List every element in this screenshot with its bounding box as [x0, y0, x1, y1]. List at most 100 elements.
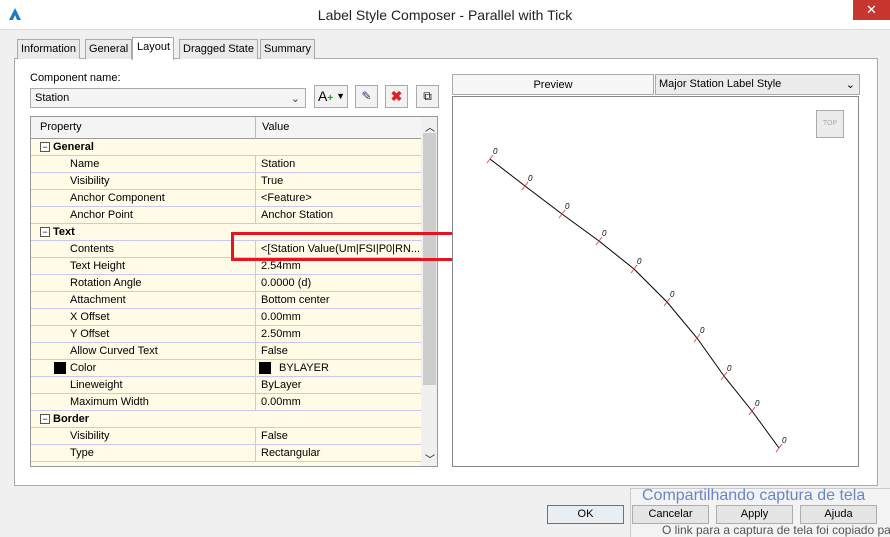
- scroll-down-icon[interactable]: ﹀: [425, 451, 435, 466]
- property-row[interactable]: Y Offset 2.50mm: [31, 326, 421, 343]
- collapse-icon[interactable]: −: [40, 142, 50, 152]
- copy-component-button[interactable]: ✎: [355, 85, 378, 108]
- property-row[interactable]: X Offset 0.00mm: [31, 309, 421, 326]
- chevron-down-icon: ⌄: [845, 79, 855, 91]
- add-text-component-button[interactable]: A+ ▼: [314, 85, 348, 108]
- toast-message: O link para a captura de tela foi copiad…: [662, 523, 890, 537]
- collapse-icon[interactable]: −: [40, 414, 50, 424]
- station-label: 0: [565, 202, 570, 211]
- property-row[interactable]: Visibility False: [31, 428, 421, 445]
- category-label: General: [53, 141, 94, 153]
- property-value[interactable]: Bottom center: [261, 294, 419, 306]
- property-row[interactable]: Attachment Bottom center: [31, 292, 421, 309]
- add-text-component-icon: A: [318, 88, 328, 104]
- preview-style-select[interactable]: Major Station Label Style ⌄: [655, 74, 860, 95]
- station-tick: [595, 236, 603, 246]
- station-tick: [521, 181, 529, 191]
- view-cube-top[interactable]: TOP: [816, 110, 844, 138]
- preview-tab[interactable]: Preview: [452, 74, 654, 95]
- property-value[interactable]: 0.00mm: [261, 396, 419, 408]
- property-name: Anchor Component: [70, 192, 165, 204]
- delete-icon: ✖: [390, 88, 403, 104]
- property-name: Color: [70, 362, 97, 374]
- property-name: Anchor Point: [70, 209, 133, 221]
- property-value[interactable]: Anchor Station: [261, 209, 419, 221]
- close-icon[interactable]: ✕: [853, 0, 890, 20]
- alignment-line: [489, 158, 780, 449]
- property-row[interactable]: Type Rectangular: [31, 445, 421, 462]
- color-swatch: [54, 362, 66, 374]
- help-button[interactable]: Ajuda: [800, 505, 877, 524]
- apply-button[interactable]: Apply: [716, 505, 793, 524]
- property-value[interactable]: False: [261, 345, 419, 357]
- draw-order-button[interactable]: ⧉: [416, 85, 439, 108]
- category-row[interactable]: − Border: [31, 411, 421, 428]
- tab-layout[interactable]: Layout: [132, 37, 175, 60]
- property-value[interactable]: ByLayer: [261, 379, 419, 391]
- preview-canvas[interactable]: 0 0 0 0 0 0 0 0 0 0: [452, 96, 859, 467]
- cancel-button[interactable]: Cancelar: [632, 505, 709, 524]
- toast-title: Compartilhando captura de tela: [642, 487, 866, 504]
- station-label: 0: [727, 364, 732, 373]
- property-name: Maximum Width: [70, 396, 149, 408]
- station-label: 0: [670, 290, 675, 299]
- tab-dragged-state[interactable]: Dragged State: [179, 39, 258, 59]
- property-row[interactable]: Color BYLAYER: [31, 360, 421, 377]
- property-value[interactable]: 2.54mm: [261, 260, 419, 272]
- grid-header: Property Value: [31, 117, 421, 139]
- property-row[interactable]: Anchor Component <Feature>: [31, 190, 421, 207]
- property-row[interactable]: Lineweight ByLayer: [31, 377, 421, 394]
- tab-information[interactable]: Information: [17, 39, 81, 59]
- property-name: Text Height: [70, 260, 126, 272]
- preview-drawing: 0 0 0 0 0 0 0 0 0 0: [486, 147, 787, 453]
- delete-component-button[interactable]: ✖: [385, 85, 408, 108]
- property-value[interactable]: 0.0000 (d): [261, 277, 419, 289]
- scroll-up-icon[interactable]: ︿: [425, 119, 435, 134]
- copy-component-icon: ✎: [361, 89, 372, 103]
- property-name: Y Offset: [70, 328, 110, 340]
- station-tick: [486, 154, 494, 164]
- property-value[interactable]: BYLAYER: [279, 362, 437, 374]
- station-label: 0: [755, 399, 760, 408]
- station-label: 0: [528, 174, 533, 183]
- property-name: Lineweight: [70, 379, 123, 391]
- color-swatch: [259, 362, 271, 374]
- property-value[interactable]: 2.50mm: [261, 328, 419, 340]
- property-row[interactable]: Anchor Point Anchor Station: [31, 207, 421, 224]
- property-name: Attachment: [70, 294, 126, 306]
- property-name: Type: [70, 447, 94, 459]
- tab-general[interactable]: General: [85, 39, 133, 59]
- collapse-icon[interactable]: −: [40, 227, 50, 237]
- property-value[interactable]: Station: [261, 158, 419, 170]
- header-value: Value: [262, 121, 290, 133]
- property-row[interactable]: Allow Curved Text False: [31, 343, 421, 360]
- property-name: X Offset: [70, 311, 110, 323]
- property-value[interactable]: <Feature>: [261, 192, 419, 204]
- property-row[interactable]: Rotation Angle 0.0000 (d): [31, 275, 421, 292]
- property-name: Rotation Angle: [70, 277, 142, 289]
- window-title: Label Style Composer - Parallel with Tic…: [317, 7, 573, 23]
- chevron-down-icon: ⌄: [290, 93, 300, 105]
- property-value[interactable]: Rectangular: [261, 447, 419, 459]
- station-tick: [558, 209, 566, 219]
- component-name-value: Station: [35, 92, 70, 104]
- category-row[interactable]: − General: [31, 139, 421, 156]
- property-value[interactable]: 0.00mm: [261, 311, 419, 323]
- component-name-select[interactable]: Station ⌄: [30, 88, 306, 108]
- tab-summary[interactable]: Summary: [260, 39, 316, 59]
- property-row[interactable]: Maximum Width 0.00mm: [31, 394, 421, 411]
- property-value[interactable]: False: [261, 430, 419, 442]
- property-value[interactable]: True: [261, 175, 419, 187]
- component-name-label: Component name:: [30, 72, 121, 84]
- property-row[interactable]: Name Station: [31, 156, 421, 173]
- station-label: 0: [637, 257, 642, 266]
- property-name: Visibility: [70, 430, 110, 442]
- property-name: Allow Curved Text: [70, 345, 158, 357]
- property-row[interactable]: Visibility True: [31, 173, 421, 190]
- station-label: 0: [602, 229, 607, 238]
- component-draw-order-icon: ⧉: [423, 89, 432, 103]
- ok-button[interactable]: OK: [547, 505, 624, 524]
- category-label: Border: [53, 413, 90, 425]
- property-name: Name: [70, 158, 100, 170]
- preview-style-value: Major Station Label Style: [659, 78, 782, 90]
